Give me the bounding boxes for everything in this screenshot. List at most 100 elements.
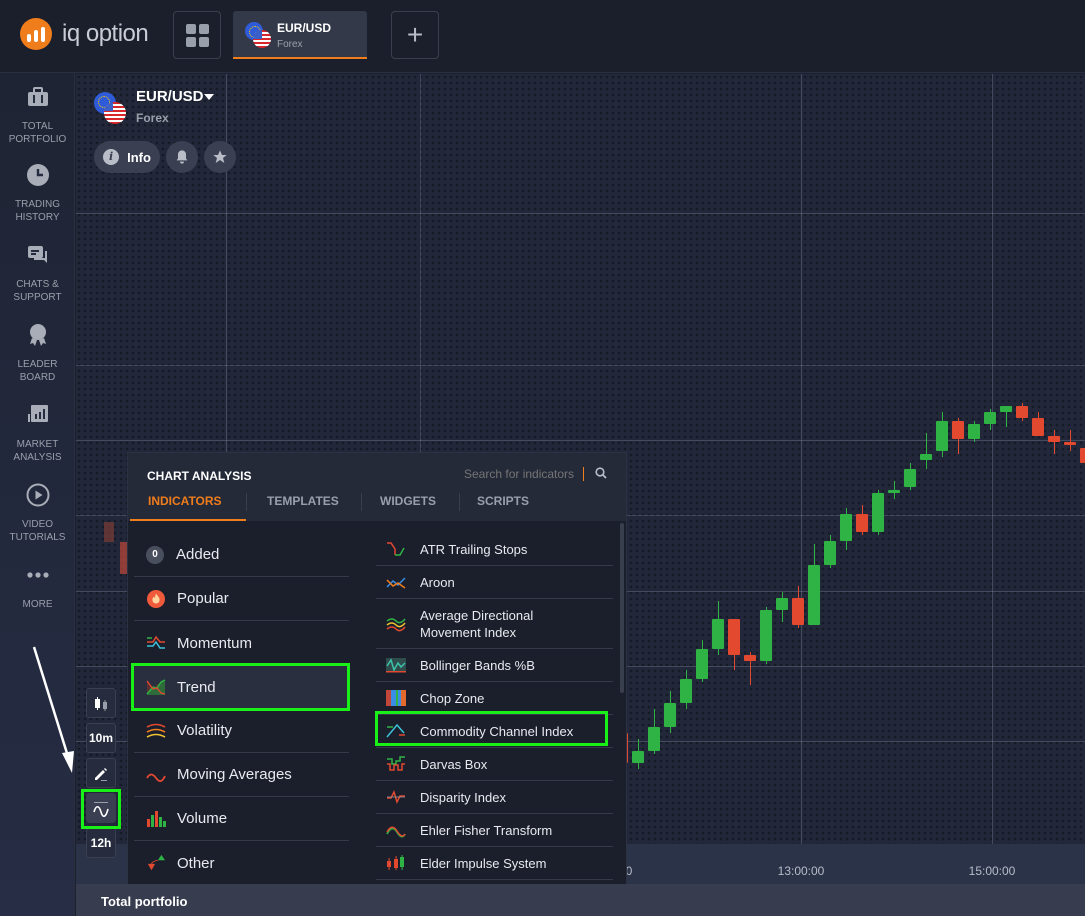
indicator-bollinger-bands-b[interactable]: Bollinger Bands %B xyxy=(376,649,613,682)
candle-down xyxy=(728,619,740,670)
indicator-elder-impulse-system[interactable]: Elder Impulse System xyxy=(376,847,613,880)
alert-button[interactable] xyxy=(166,141,198,173)
indicator-list-scrollbar[interactable] xyxy=(620,523,624,693)
add-tab-button[interactable]: + xyxy=(391,11,439,59)
candle-body xyxy=(680,679,692,703)
candle-up xyxy=(936,412,948,457)
candle-body xyxy=(856,514,868,532)
candle-up xyxy=(680,670,692,709)
tab-divider xyxy=(361,493,362,511)
drawing-tools-button[interactable] xyxy=(86,758,116,788)
briefcase-icon xyxy=(27,87,48,106)
chart-type-button[interactable] xyxy=(86,688,116,718)
candle-up xyxy=(1000,406,1012,427)
category-volume[interactable]: Volume xyxy=(134,797,349,841)
search-icon[interactable] xyxy=(595,467,607,479)
category-volatility[interactable]: Volatility xyxy=(134,709,349,753)
indicator-darvas-box[interactable]: Darvas Box xyxy=(376,748,613,781)
candle-body xyxy=(760,610,772,661)
category-added[interactable]: 0 Added xyxy=(134,533,349,577)
candle-up xyxy=(904,463,916,490)
candle-body xyxy=(728,619,740,655)
sidebar-item-chats-support[interactable]: CHATS & SUPPORT xyxy=(0,243,75,304)
time-axis-label: 15:00:00 xyxy=(968,864,1016,878)
category-label: Momentum xyxy=(177,634,253,652)
category-momentum[interactable]: Momentum xyxy=(134,621,349,665)
candle-up xyxy=(648,709,660,754)
candle-wick xyxy=(1054,430,1055,454)
sidebar: TOTAL PORTFOLIO TRADING HISTORY CHATS & SUP… xyxy=(0,73,75,916)
candle-down xyxy=(952,418,964,454)
panel-header: CHART ANALYSIS INDICATORS TEMPLATES WIDG… xyxy=(128,453,626,521)
candle-down xyxy=(1032,412,1044,436)
sidebar-item-market-analysis[interactable]: MARKET ANALYSIS xyxy=(0,403,75,464)
sidebar-item-more[interactable]: MORE xyxy=(0,563,75,611)
candle-up xyxy=(872,490,884,535)
indicator-search-input[interactable] xyxy=(464,467,584,481)
sidebar-item-leader-board[interactable]: LEADER BOARD xyxy=(0,323,75,384)
indicator-label: Aroon xyxy=(420,574,455,590)
favorite-button[interactable] xyxy=(204,141,236,173)
atr-icon xyxy=(387,542,405,556)
logo-text: iq option xyxy=(62,20,149,47)
eur-usd-flag-icon xyxy=(245,22,271,48)
indicator-atr-trailing-stops[interactable]: ATR Trailing Stops xyxy=(376,533,613,566)
category-label: Volatility xyxy=(177,722,233,739)
indicator-label: Darvas Box xyxy=(420,756,488,772)
candle-body xyxy=(1000,406,1012,412)
logo-icon xyxy=(20,18,52,50)
candle-body xyxy=(984,412,996,424)
candle-up xyxy=(968,421,980,442)
indicator-disparity-index[interactable]: Disparity Index xyxy=(376,781,613,814)
candle-down xyxy=(1064,430,1076,451)
candle-up xyxy=(776,592,788,622)
candle-up xyxy=(824,535,836,568)
category-moving-averages[interactable]: Moving Averages xyxy=(134,753,349,797)
indicator-ehler-fisher-transform[interactable]: Ehler Fisher Transform xyxy=(376,814,613,847)
category-other[interactable]: Other xyxy=(134,841,349,885)
tab-widgets[interactable]: WIDGETS xyxy=(380,494,436,508)
sidebar-item-video-tutorials[interactable]: VIDEO TUTORIALS xyxy=(0,483,75,544)
tab-scripts[interactable]: SCRIPTS xyxy=(477,494,529,508)
highlight-trend-category xyxy=(131,663,350,711)
tab-title: EUR/USD xyxy=(277,21,332,35)
sidebar-item-trading-history[interactable]: TRADING HISTORY xyxy=(0,163,75,224)
tab-indicators[interactable]: INDICATORS xyxy=(148,494,222,508)
candle-up xyxy=(712,601,724,655)
asset-title[interactable]: EUR/USD xyxy=(136,88,204,105)
candle-body xyxy=(712,619,724,649)
category-popular[interactable]: Popular xyxy=(134,577,349,621)
candle-body xyxy=(1032,418,1044,436)
timeframe-button[interactable]: 10m xyxy=(86,723,116,753)
candle-body xyxy=(920,454,932,460)
candle-body xyxy=(1048,436,1060,442)
all-assets-grid-button[interactable] xyxy=(173,11,221,59)
top-bar: iq option EUR/USD Forex + xyxy=(0,0,1085,73)
sidebar-item-total-portfolio[interactable]: TOTAL PORTFOLIO xyxy=(0,85,75,146)
logo[interactable]: iq option xyxy=(20,18,149,50)
candle-up xyxy=(664,691,676,733)
total-portfolio-label[interactable]: Total portfolio xyxy=(101,894,187,909)
sidebar-label: TRADING xyxy=(15,199,60,210)
indicator-aroon[interactable]: Aroon xyxy=(376,566,613,599)
asset-subtitle: Forex xyxy=(136,111,169,125)
asset-tab-eur-usd[interactable]: EUR/USD Forex xyxy=(233,11,367,59)
sidebar-label: MORE xyxy=(22,599,53,610)
indicator-average-directional-movement-index[interactable]: Average Directional Movement Index xyxy=(376,599,613,649)
period-button[interactable]: 12h xyxy=(86,828,116,858)
sidebar-label: HISTORY xyxy=(15,212,60,223)
candle-up xyxy=(808,544,820,625)
indicator-label: Average Directional Movement Index xyxy=(420,607,533,641)
indicator-label-line1: Average Directional xyxy=(420,607,534,623)
info-button[interactable]: i Info xyxy=(94,141,160,173)
darvas-box-icon xyxy=(387,756,405,771)
tab-templates[interactable]: TEMPLATES xyxy=(267,494,339,508)
chevron-down-icon[interactable] xyxy=(204,94,214,100)
indicator-label-line2: Movement Index xyxy=(420,624,517,640)
tab-subtitle: Forex xyxy=(277,39,303,50)
candle-body xyxy=(936,421,948,451)
sidebar-label: MARKET xyxy=(16,439,59,450)
tab-divider xyxy=(459,493,460,511)
candle-body xyxy=(824,541,836,565)
sidebar-label: LEADER xyxy=(17,359,58,370)
